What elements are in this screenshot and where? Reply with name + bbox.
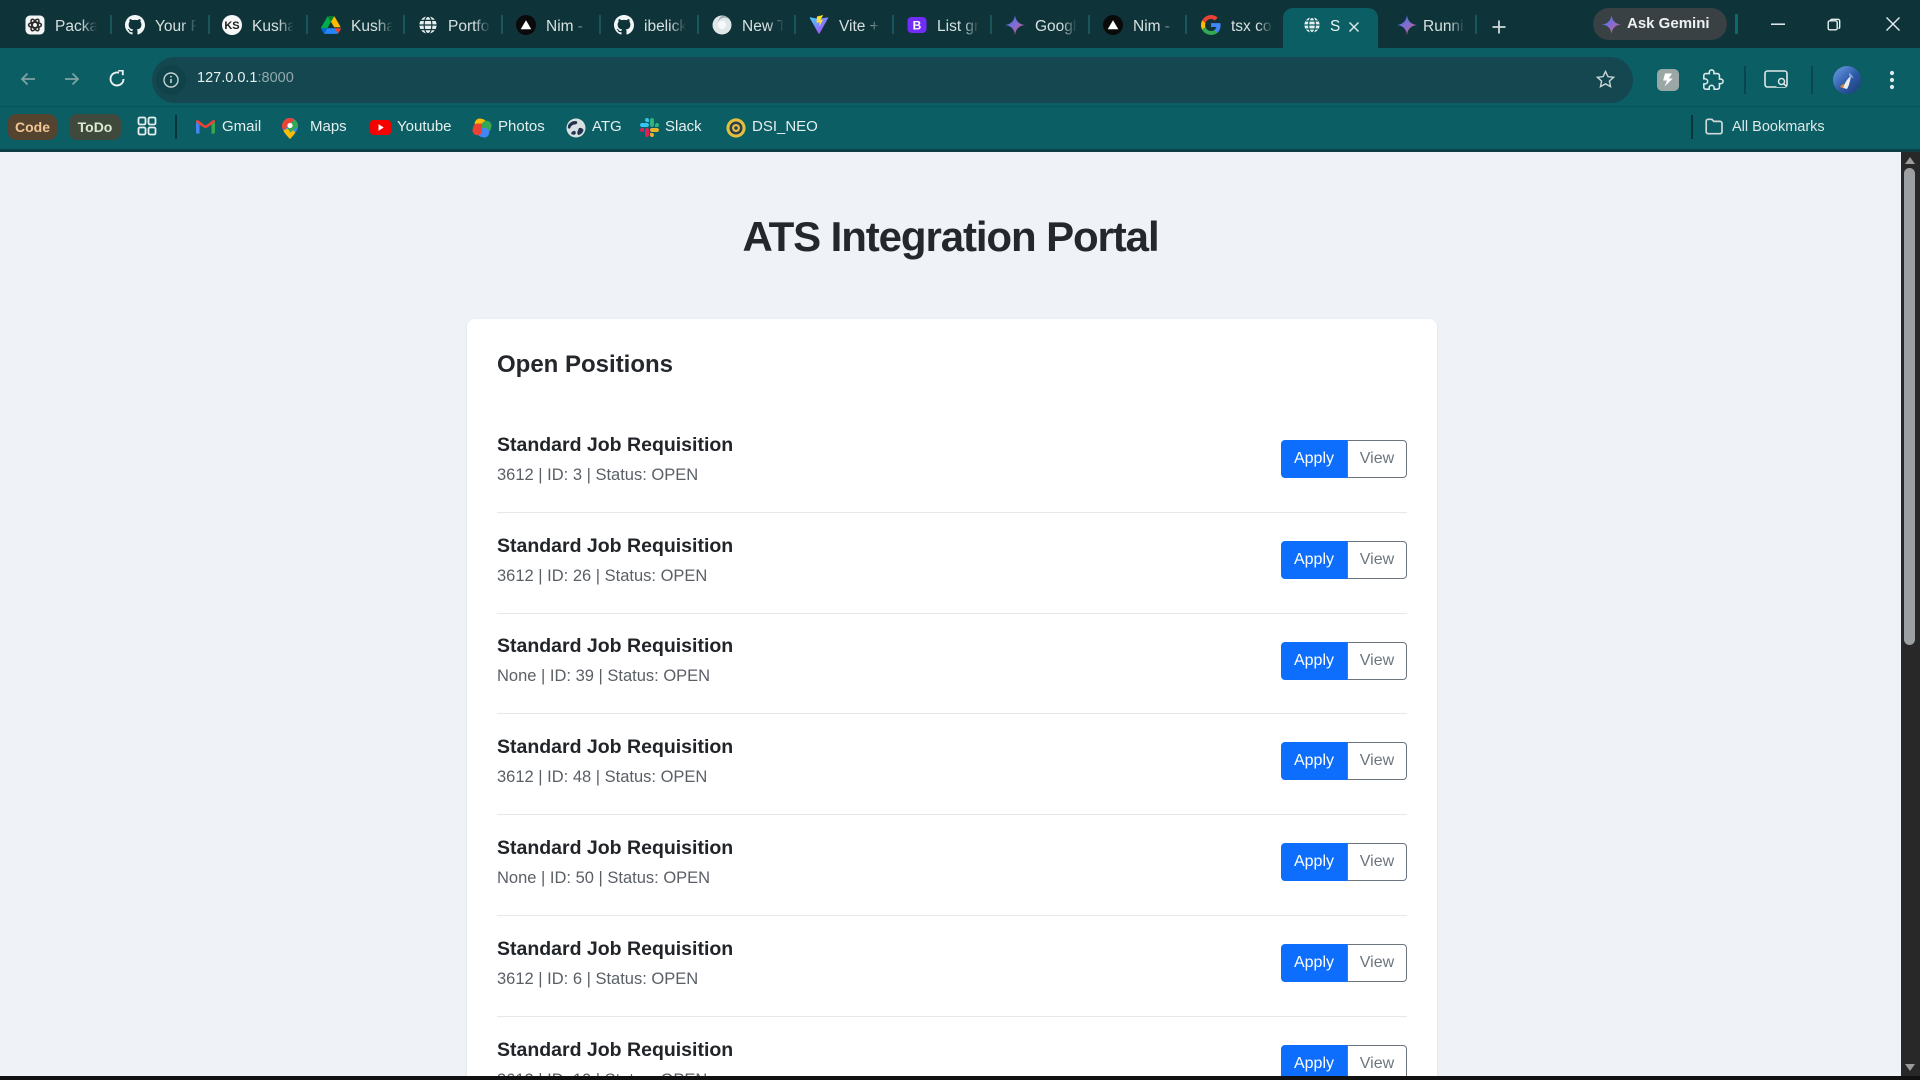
svg-text:B: B <box>913 19 922 33</box>
svg-text:KS: KS <box>224 20 239 32</box>
